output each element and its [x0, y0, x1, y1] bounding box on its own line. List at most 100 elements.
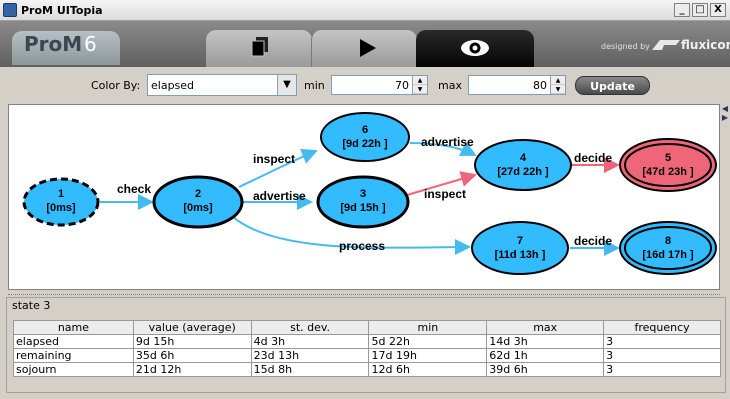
node-time: [9d 15h ]	[340, 202, 386, 214]
node-time: [0ms]	[183, 202, 213, 214]
color-by-label: Color By:	[91, 79, 141, 92]
edge-label-advertise: advertise	[421, 135, 474, 149]
table-cell: 3	[603, 348, 721, 363]
node-id: 1	[58, 188, 64, 200]
edge-label-inspect: inspect	[253, 152, 295, 166]
maximize-button[interactable]: □	[692, 3, 708, 17]
edge-label-decide: decide	[574, 234, 612, 248]
column-header[interactable]: st. dev.	[250, 320, 370, 335]
window-title: ProM UITopia	[21, 4, 103, 17]
node-8[interactable]: 8 [16d 17h ]	[619, 221, 717, 275]
edge-label-inspect: inspect	[424, 187, 466, 201]
tab-views[interactable]	[416, 30, 534, 67]
node-id: 6	[362, 124, 368, 136]
node-7[interactable]: 7 [11d 13h ]	[471, 221, 569, 275]
arrow-right-icon[interactable]: ▶	[720, 113, 730, 122]
spin-down-icon[interactable]: ▼	[551, 85, 565, 94]
node-5[interactable]: 5 [47d 23h ]	[619, 138, 717, 192]
controls-bar: Color By: elapsed ▼ min 70 ▲ ▼ max 80 ▲ ▼ …	[0, 67, 730, 101]
node-id: 3	[360, 188, 366, 200]
table-cell: 12d 6h	[368, 362, 488, 377]
update-button[interactable]: Update	[575, 76, 650, 95]
logo-version: 6	[84, 32, 97, 56]
column-header[interactable]: min	[368, 320, 488, 335]
node-time: [16d 17h ]	[642, 249, 694, 261]
spin-up-icon[interactable]: ▲	[551, 76, 565, 85]
fluxicon-brand: fluxicon	[681, 38, 730, 52]
edge-label-process: process	[339, 239, 385, 253]
table-cell: 5d 22h	[368, 334, 488, 349]
table-cell: remaining	[13, 348, 134, 363]
column-header[interactable]: frequency	[603, 320, 721, 335]
column-header[interactable]: max	[486, 320, 605, 335]
tab-workspace[interactable]	[206, 30, 312, 67]
node-id: 8	[665, 235, 671, 247]
max-label: max	[438, 79, 462, 92]
process-graph[interactable]: check inspect advertise process advertis…	[8, 104, 720, 290]
node-id: 2	[195, 188, 201, 200]
node-id: 5	[665, 152, 671, 164]
min-spinner[interactable]: 70 ▲ ▼	[331, 75, 428, 95]
table-cell: 3	[603, 334, 721, 349]
table-cell: elapsed	[13, 334, 134, 349]
table-cell: 21d 12h	[132, 362, 252, 377]
node-4[interactable]: 4 [27d 22h ]	[474, 139, 572, 191]
table-cell: 15d 8h	[250, 362, 370, 377]
app-icon	[3, 3, 17, 17]
minimize-button[interactable]: _	[674, 3, 690, 17]
edge-label-check: check	[117, 182, 151, 196]
header-bar: ProM 6 designed by fluxicon	[0, 21, 730, 67]
max-value: 80	[533, 79, 547, 92]
node-2[interactable]: 2 [0ms]	[152, 175, 244, 229]
edge-label-advertise: advertise	[253, 189, 306, 203]
node-6[interactable]: 6 [9d 22h ]	[320, 112, 410, 162]
chevron-down-icon[interactable]: ▼	[277, 75, 296, 95]
close-button[interactable]: X	[710, 3, 726, 17]
node-time: [11d 13h ]	[495, 249, 546, 261]
state-table: name value (average) st. dev. min max fr…	[13, 320, 721, 377]
table-cell: 4d 3h	[250, 334, 370, 349]
node-time: [47d 23h ]	[642, 166, 694, 178]
table-cell: 62d 1h	[486, 348, 605, 363]
arrow-up-icon[interactable]: ◀	[720, 104, 730, 113]
color-by-value: elapsed	[151, 79, 195, 92]
node-time: [27d 22h ]	[497, 166, 549, 178]
table-cell: 14d 3h	[486, 334, 605, 349]
table-row[interactable]: sojourn 21d 12h 15d 8h 12d 6h 39d 6h 3	[13, 362, 721, 377]
node-3[interactable]: 3 [9d 15h ]	[316, 175, 410, 229]
table-cell: 9d 15h	[132, 334, 252, 349]
node-time: [0ms]	[46, 202, 76, 214]
graph-side-arrows[interactable]: ◀ ▶	[720, 104, 730, 290]
graph-canvas[interactable]: check inspect advertise process advertis…	[9, 105, 721, 291]
fluxicon-logo-icon	[652, 40, 680, 50]
tab-actions[interactable]	[311, 30, 417, 67]
table-row[interactable]: remaining 35d 6h 23d 13h 17d 19h 62d 1h …	[13, 348, 721, 363]
state-title: state 3	[12, 299, 51, 312]
min-value: 70	[395, 79, 409, 92]
node-id: 7	[517, 235, 523, 247]
table-cell: 17d 19h	[368, 348, 488, 363]
table-cell: 39d 6h	[486, 362, 605, 377]
table-cell: 35d 6h	[132, 348, 252, 363]
title-bar: ProM UITopia _ □ X	[0, 0, 730, 21]
table-cell: sojourn	[13, 362, 134, 377]
min-label: min	[304, 79, 325, 92]
eye-icon	[461, 40, 489, 56]
max-spinner[interactable]: 80 ▲ ▼	[468, 75, 566, 95]
logo-text: ProM	[24, 32, 83, 56]
column-header[interactable]: value (average)	[132, 320, 252, 335]
node-time: [9d 22h ]	[342, 138, 388, 150]
play-icon	[360, 39, 376, 57]
color-by-select[interactable]: elapsed ▼	[147, 74, 297, 96]
copy-icon	[251, 37, 268, 57]
column-header[interactable]: name	[13, 320, 134, 335]
table-row[interactable]: elapsed 9d 15h 4d 3h 5d 22h 14d 3h 3	[13, 334, 721, 349]
splitter[interactable]	[8, 289, 720, 295]
edge-label-decide: decide	[574, 151, 612, 165]
table-cell: 3	[603, 362, 721, 377]
spin-down-icon[interactable]: ▼	[413, 85, 427, 94]
table-cell: 23d 13h	[250, 348, 370, 363]
spin-up-icon[interactable]: ▲	[413, 76, 427, 85]
node-id: 4	[520, 152, 527, 164]
node-1[interactable]: 1 [0ms]	[22, 177, 100, 227]
